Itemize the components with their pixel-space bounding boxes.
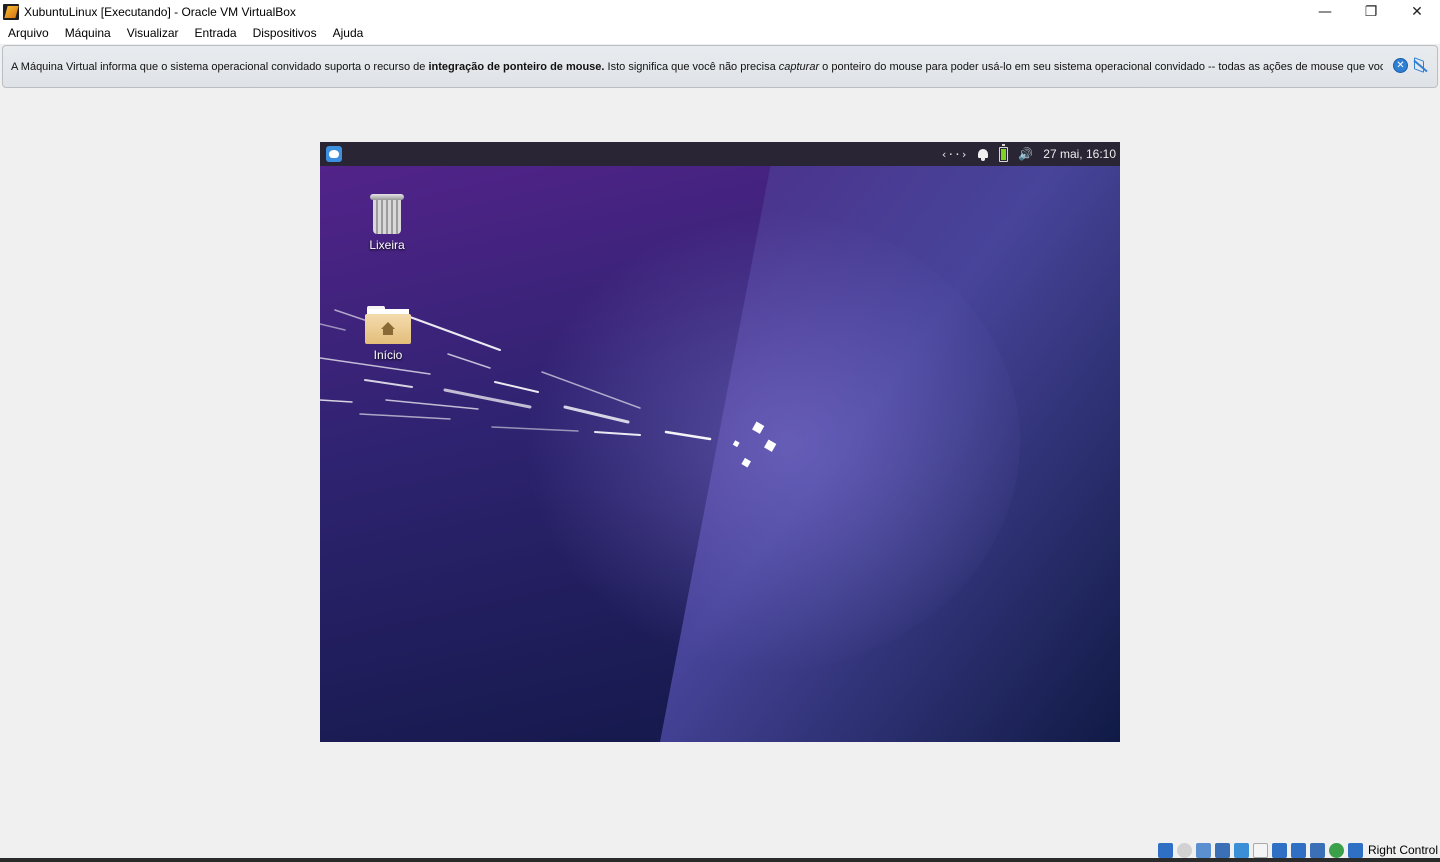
notice-message: A Máquina Virtual informa que o sistema … — [11, 61, 1383, 73]
menu-visualizar[interactable]: Visualizar — [121, 23, 185, 44]
shared-folders-icon[interactable] — [1252, 842, 1268, 858]
close-button[interactable]: ✕ — [1394, 0, 1440, 23]
mouse-integration-icon[interactable] — [1328, 842, 1344, 858]
trash-label: Lixeira — [369, 238, 405, 252]
usb-icon[interactable] — [1233, 842, 1249, 858]
volume-icon[interactable]: 🔊 — [1018, 147, 1033, 161]
menu-bar: Arquivo Máquina Visualizar Entrada Dispo… — [0, 23, 1440, 44]
minimize-button[interactable]: — — [1302, 0, 1348, 23]
battery-icon[interactable] — [999, 143, 1009, 162]
virtualization-icon[interactable] — [1309, 842, 1325, 858]
restore-button[interactable]: ❐ — [1348, 0, 1394, 23]
vm-guest-display[interactable]: ‹··› 🔊 27 mai, 16:10 Lixeira Início — [320, 142, 1120, 742]
notice-buttons: ✕ — [1393, 57, 1429, 73]
whiskermenu-icon[interactable] — [326, 146, 342, 162]
notice-text-italic: capturar — [778, 60, 820, 73]
network-icon[interactable]: ‹··› — [941, 148, 968, 161]
menu-entrada[interactable]: Entrada — [189, 23, 243, 44]
host-key-label: Right Control — [1367, 843, 1438, 857]
panel-clock[interactable]: 27 mai, 16:10 — [1043, 147, 1116, 161]
notice-text-bold: integração de ponteiro de mouse. — [428, 60, 605, 73]
notice-do-not-show-icon[interactable] — [1412, 57, 1429, 73]
notice-text-2: Isto significa que você não precisa — [604, 60, 779, 73]
trash-icon — [370, 192, 404, 234]
panel-tray: ‹··› 🔊 27 mai, 16:10 — [931, 142, 1116, 166]
optical-drive-icon[interactable] — [1176, 842, 1192, 858]
menu-dispositivos[interactable]: Dispositivos — [247, 23, 323, 44]
notification-bell-icon[interactable] — [977, 148, 989, 161]
notice-text-3: o ponteiro do mouse para poder usá-lo em… — [819, 60, 1383, 73]
desktop-trash[interactable]: Lixeira — [347, 192, 427, 252]
xfce-top-panel: ‹··› 🔊 27 mai, 16:10 — [320, 142, 1120, 166]
mouse-integration-notice: A Máquina Virtual informa que o sistema … — [2, 45, 1438, 88]
desktop-home-folder[interactable]: Início — [348, 306, 428, 362]
network-adapter-icon[interactable] — [1214, 842, 1230, 858]
xubuntu-wallpaper — [320, 142, 1120, 742]
home-folder-label: Início — [373, 348, 403, 362]
window-title: XubuntuLinux [Executando] - Oracle VM Vi… — [24, 4, 296, 19]
window-controls: — ❐ ✕ — [1302, 0, 1440, 23]
virtualbox-app-icon — [3, 3, 19, 20]
menu-arquivo[interactable]: Arquivo — [2, 23, 55, 44]
notice-text-1: A Máquina Virtual informa que o sistema … — [11, 60, 429, 73]
menu-maquina[interactable]: Máquina — [59, 23, 117, 44]
menu-ajuda[interactable]: Ajuda — [327, 23, 370, 44]
audio-icon[interactable] — [1195, 842, 1211, 858]
window-titlebar: XubuntuLinux [Executando] - Oracle VM Vi… — [0, 0, 1440, 23]
notice-close-icon[interactable]: ✕ — [1393, 58, 1408, 73]
home-folder-icon — [365, 306, 411, 344]
recording-icon[interactable] — [1290, 842, 1306, 858]
hard-disk-icon[interactable] — [1157, 842, 1173, 858]
display-icon[interactable] — [1271, 842, 1287, 858]
host-key-icon[interactable] — [1347, 842, 1363, 858]
taskbar-edge — [0, 858, 1440, 862]
